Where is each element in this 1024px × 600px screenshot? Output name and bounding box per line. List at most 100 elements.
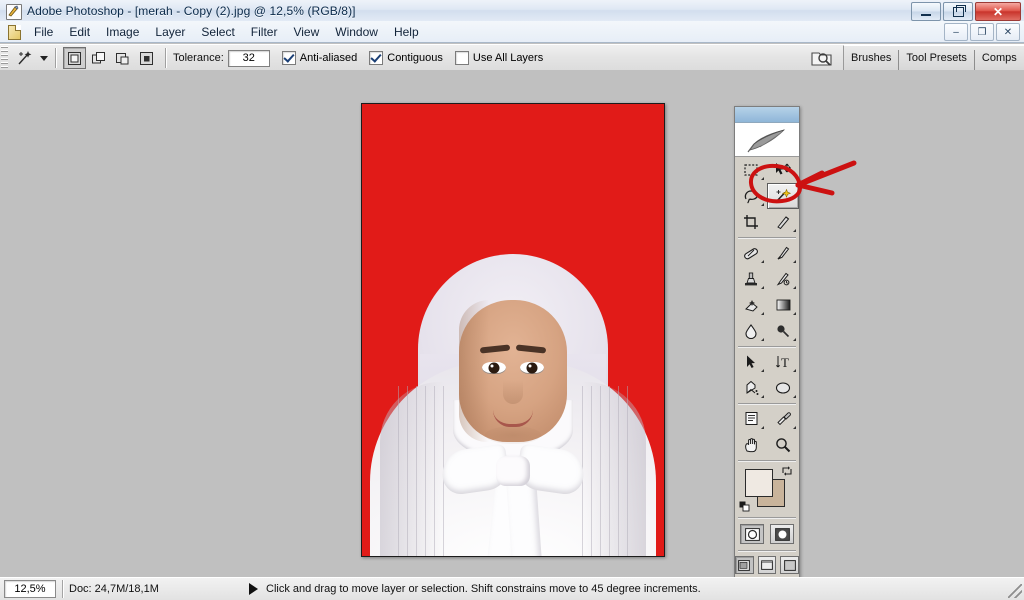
screen-mode-group [735,553,800,577]
options-divider-2 [165,48,166,68]
doc-minimize-button[interactable]: ‒ [944,23,968,41]
nose [503,380,523,404]
eye-right [520,362,544,374]
document-size-info[interactable]: Doc: 24,7M/18,1M [69,583,249,595]
eye-left [482,362,506,374]
move-tool[interactable] [767,157,799,183]
menu-select[interactable]: Select [193,23,242,41]
intersect-with-selection-button[interactable] [135,47,158,69]
palette-tab-comps[interactable]: Comps [975,50,1024,72]
default-colors-icon[interactable] [739,501,751,513]
history-brush-tool[interactable] [767,266,799,292]
window-title: Adobe Photoshop - [merah - Copy (2).jpg … [27,3,356,18]
tool-preset-picker[interactable] [14,48,48,68]
options-divider-1 [55,48,56,68]
palette-tab-brushes[interactable]: Brushes [844,49,900,72]
palette-well: Brushes Tool Presets Comps [843,44,1024,72]
standard-screen-mode-button[interactable] [735,556,754,574]
options-bar-right: Brushes Tool Presets Comps [809,44,1024,72]
menu-filter[interactable]: Filter [243,23,286,41]
eraser-tool[interactable] [735,292,767,318]
menu-view[interactable]: View [285,23,327,41]
foreground-color-swatch[interactable] [745,469,773,497]
expand-triangle-icon[interactable] [249,583,258,595]
full-screen-mode-button[interactable] [780,556,800,574]
menu-bar: File Edit Image Layer Select Filter View… [0,21,1024,43]
eyedropper-tool[interactable] [767,406,799,432]
chin [485,426,541,444]
marquee-tool[interactable] [735,157,767,183]
magic-wand-icon [14,48,36,68]
status-bar: 12,5% Doc: 24,7M/18,1M Click and drag to… [0,577,1024,600]
doc-restore-button[interactable]: ❐ [970,23,994,41]
menu-image[interactable]: Image [98,23,147,41]
document-window-controls: ‒ ❐ ✕ [944,23,1020,41]
doc-close-button[interactable]: ✕ [996,23,1020,41]
photoshop-feather-logo [735,123,799,157]
subtract-from-selection-button[interactable] [111,47,134,69]
chevron-down-icon[interactable] [40,55,48,61]
notes-tool[interactable] [735,406,767,432]
contiguous-label: Contiguous [387,52,443,64]
tool-grid: T [735,157,799,458]
minimize-button[interactable] [911,2,941,21]
new-selection-button[interactable] [63,47,86,69]
menu-edit[interactable]: Edit [61,23,98,41]
healing-brush-tool[interactable] [735,240,767,266]
crop-tool[interactable] [735,209,767,235]
dodge-tool[interactable] [767,318,799,344]
contiguous-checkbox[interactable]: Contiguous [369,51,443,65]
menu-window[interactable]: Window [327,23,386,41]
svg-text:T: T [781,355,789,370]
toolbar-drag-handle[interactable] [735,107,799,123]
add-to-selection-button[interactable] [87,47,110,69]
swap-colors-icon[interactable] [781,465,793,477]
blouse-pleats-right [582,386,628,556]
brush-tool[interactable] [767,240,799,266]
standard-mode-button[interactable] [740,524,764,544]
clone-stamp-tool[interactable] [735,266,767,292]
tolerance-input[interactable] [227,49,270,67]
zoom-tool[interactable] [767,432,799,458]
anti-aliased-checkbox[interactable]: Anti-aliased [281,51,358,65]
menu-file[interactable]: File [26,23,61,41]
photoshop-window: Adobe Photoshop - [merah - Copy (2).jpg … [0,0,1024,600]
resize-grip-icon[interactable] [1008,584,1022,598]
use-all-layers-checkbox[interactable]: Use All Layers [454,51,544,65]
anti-aliased-label: Anti-aliased [299,52,358,64]
menu-help[interactable]: Help [386,23,427,41]
pen-tool[interactable] [735,375,767,401]
shape-tool[interactable] [767,375,799,401]
zoom-level-field[interactable]: 12,5% [4,580,56,598]
tolerance-label: Tolerance: [173,52,224,64]
checkbox-icon [281,51,296,65]
portrait-photo [362,104,664,556]
status-hint-text: Click and drag to move layer or selectio… [266,583,701,595]
path-selection-tool[interactable] [735,349,767,375]
photoshop-icon [5,3,22,20]
type-tool[interactable]: T [767,349,799,375]
options-bar-gripper[interactable] [1,46,8,70]
blouse-pleats-left [398,386,444,556]
full-screen-menubar-mode-button[interactable] [757,556,777,574]
quick-mask-group [735,520,799,548]
use-all-layers-label: Use All Layers [472,52,544,64]
options-bar: Tolerance: Anti-aliased Contiguous Use A… [0,44,1024,72]
lasso-tool[interactable] [735,183,767,209]
restore-button[interactable] [943,2,973,21]
blur-tool[interactable] [735,318,767,344]
slice-tool[interactable] [767,209,799,235]
document-canvas[interactable] [361,103,665,557]
file-browser-icon[interactable] [809,46,835,70]
magic-wand-tool[interactable] [767,183,799,209]
palette-tab-tool-presets[interactable]: Tool Presets [899,49,975,72]
checkbox-icon [369,51,384,65]
window-controls: ✕ [911,2,1021,21]
menu-layer[interactable]: Layer [147,23,193,41]
hand-tool[interactable] [735,432,767,458]
close-button[interactable]: ✕ [975,2,1021,21]
color-swatches [735,463,799,515]
quick-mask-mode-button[interactable] [770,524,794,544]
tools-palette: T [734,106,800,600]
gradient-tool[interactable] [767,292,799,318]
